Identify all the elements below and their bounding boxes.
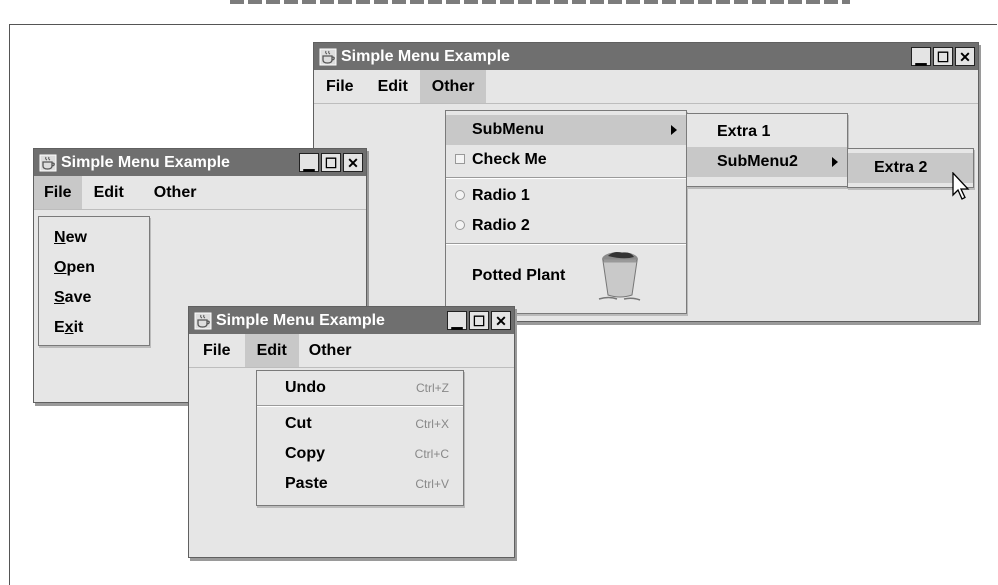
mnemonic-letter: O (54, 259, 67, 276)
menu-item-label: E (54, 319, 65, 336)
menubar: File Edit Other (189, 334, 514, 368)
java-cup-icon (193, 311, 213, 331)
potted-plant-icon (596, 249, 646, 308)
menu-item-save[interactable]: Save (39, 283, 149, 313)
radio-icon (455, 190, 465, 200)
menu-edit[interactable]: Edit (82, 176, 136, 209)
window-title: Simple Menu Example (216, 311, 385, 329)
submenu-arrow-icon (832, 157, 838, 167)
menu-file[interactable]: File (189, 334, 245, 367)
radio-icon (455, 220, 465, 230)
submenu-arrow-icon (671, 125, 677, 135)
menu-item-label: Paste (285, 475, 328, 492)
java-cup-icon (318, 47, 338, 67)
menu-item-copy[interactable]: Copy Ctrl+C (257, 439, 463, 469)
menu-other[interactable]: Other (299, 334, 362, 367)
menu-item-label: Copy (285, 445, 325, 462)
checkbox-icon (455, 154, 465, 164)
menu-item-label: ew (65, 229, 87, 246)
menu-item-check-me[interactable]: Check Me (446, 145, 686, 175)
menu-separator (446, 177, 686, 179)
titlebar: Simple Menu Example ▁ ☐ ✕ (34, 149, 366, 176)
menu-item-label: Cut (285, 415, 312, 432)
menu-item-new[interactable]: New (39, 223, 149, 253)
menu-item-cut[interactable]: Cut Ctrl+X (257, 409, 463, 439)
maximize-button[interactable]: ☐ (933, 47, 953, 66)
shortcut-label: Ctrl+V (415, 477, 449, 491)
maximize-button[interactable]: ☐ (321, 153, 341, 172)
close-button[interactable]: ✕ (955, 47, 975, 66)
close-button[interactable]: ✕ (491, 311, 511, 330)
menu-item-submenu2[interactable]: SubMenu2 (687, 147, 847, 177)
menu-item-radio-1[interactable]: Radio 1 (446, 181, 686, 211)
menu-other[interactable]: Other (136, 176, 215, 209)
minimize-button[interactable]: ▁ (447, 311, 467, 330)
menu-edit[interactable]: Edit (366, 70, 420, 103)
menu-separator (446, 243, 686, 245)
menu-item-label: Extra 1 (717, 123, 771, 140)
menu-item-label: Radio 1 (472, 187, 530, 204)
edit-menu-popup: Undo Ctrl+Z Cut Ctrl+X Copy Ctrl+C Paste… (256, 370, 464, 506)
menu-item-exit[interactable]: Ex it (39, 313, 149, 343)
menu-item-paste[interactable]: Paste Ctrl+V (257, 469, 463, 499)
menubar: File Edit Other (314, 70, 978, 104)
mnemonic-letter: x (64, 319, 74, 336)
window-title: Simple Menu Example (341, 47, 510, 65)
menu-item-undo[interactable]: Undo Ctrl+Z (257, 373, 463, 403)
titlebar: Simple Menu Example ▁ ☐ ✕ (314, 43, 978, 70)
menu-item-label: pen (66, 259, 95, 276)
file-menu-popup: New Open Save Ex it (38, 216, 150, 346)
window-title: Simple Menu Example (61, 153, 230, 171)
submenu-popup: Extra 1 SubMenu2 (686, 113, 848, 187)
shortcut-label: Ctrl+X (415, 417, 449, 431)
menu-item-extra-1[interactable]: Extra 1 (687, 117, 847, 147)
titlebar: Simple Menu Example ▁ ☐ ✕ (189, 307, 514, 334)
clipped-top-text (230, 0, 850, 4)
menu-item-label: SubMenu (472, 121, 544, 138)
shortcut-label: Ctrl+C (414, 447, 449, 461)
minimize-button[interactable]: ▁ (299, 153, 319, 172)
close-button[interactable]: ✕ (343, 153, 363, 172)
menubar: File Edit Other (34, 176, 366, 210)
menu-separator (257, 405, 463, 407)
maximize-button[interactable]: ☐ (469, 311, 489, 330)
menu-other[interactable]: Other (419, 70, 487, 103)
menu-item-label: it (73, 319, 84, 336)
menu-item-label: Check Me (472, 151, 547, 168)
menu-item-submenu[interactable]: SubMenu (446, 115, 686, 145)
menu-edit[interactable]: Edit (244, 334, 299, 367)
other-menu-popup: SubMenu Check Me Radio 1 Radio 2 Potted … (445, 110, 687, 314)
menu-item-potted-plant[interactable]: Potted Plant (446, 247, 686, 305)
menu-item-radio-2[interactable]: Radio 2 (446, 211, 686, 241)
mnemonic-letter: S (54, 289, 65, 306)
menu-item-label: Potted Plant (472, 267, 566, 284)
menu-item-label: Undo (285, 379, 326, 396)
shortcut-label: Ctrl+Z (416, 381, 449, 395)
menu-file[interactable]: File (34, 176, 82, 209)
menu-item-label: SubMenu2 (717, 153, 798, 170)
menu-item-label: Extra 2 (874, 159, 928, 176)
minimize-button[interactable]: ▁ (911, 47, 931, 66)
menu-file[interactable]: File (314, 70, 366, 103)
java-cup-icon (38, 153, 58, 173)
menu-item-label: ave (64, 289, 92, 306)
menu-item-open[interactable]: Open (39, 253, 149, 283)
menu-item-label: Radio 2 (472, 217, 530, 234)
mouse-pointer-icon (952, 171, 972, 207)
mnemonic-letter: N (54, 229, 66, 246)
